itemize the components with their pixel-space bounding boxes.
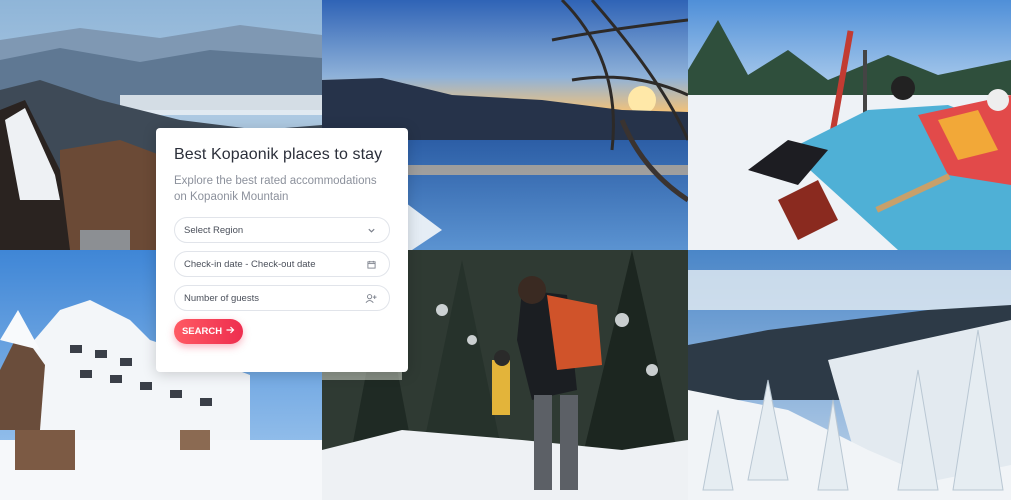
arrow-right-icon [226,326,235,337]
region-select[interactable]: Select Region [174,217,390,243]
search-button-label: SEARCH [181,326,223,337]
card-title: Best Kopaonik places to stay [174,146,383,163]
photo-skiers-relaxing [688,0,1011,250]
dates-field-placeholder: Check-in date - Check-out date [184,258,316,270]
add-user-icon [365,292,377,304]
guests-field-placeholder: Number of guests [184,292,259,304]
search-card: Best Kopaonik places to stay Explore the… [156,128,408,372]
card-subtitle: Explore the best rated accommodations on… [174,175,377,203]
search-button[interactable]: SEARCH [174,319,243,344]
guests-field[interactable]: Number of guests [174,285,390,311]
calendar-icon [365,258,377,270]
dates-field[interactable]: Check-in date - Check-out date [174,251,390,277]
region-select-value: Select Region [184,224,244,236]
chevron-down-icon [365,224,377,236]
photo-snowy-firs [688,250,1011,500]
